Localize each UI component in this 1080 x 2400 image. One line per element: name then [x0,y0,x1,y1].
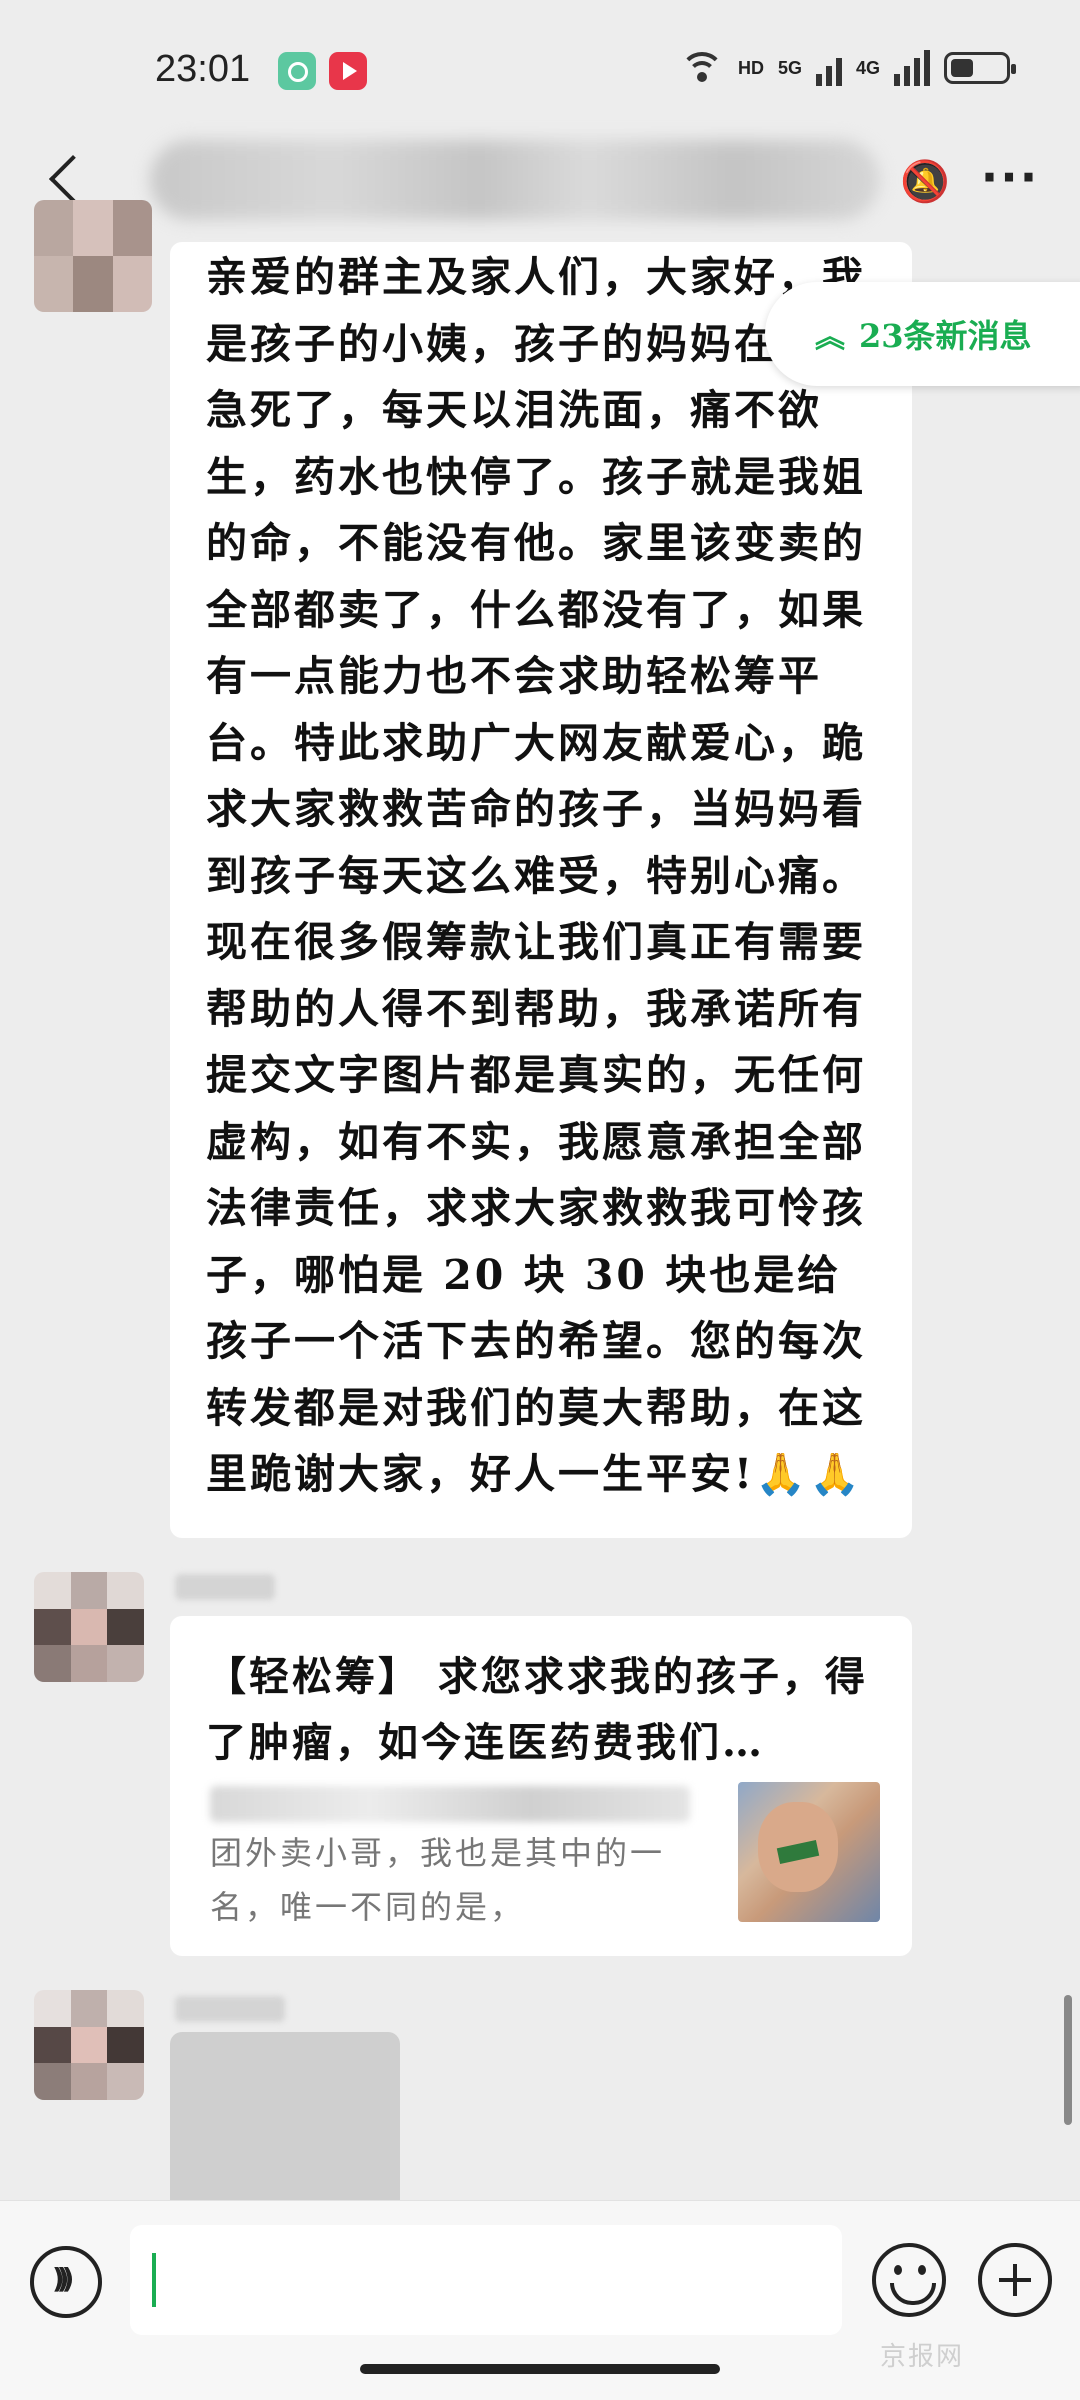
sender-name-blurred [175,1996,285,2022]
chat-title-blurred [150,140,880,220]
hd-label: HD [737,57,764,78]
emoji-icon[interactable] [872,2243,946,2317]
signal-icon-5g [815,50,842,86]
sender-name-blurred [175,1574,275,1600]
watermark: 京报网 [880,2342,965,2372]
signal-icon-4g [894,50,930,86]
scrollbar[interactable] [1064,1995,1072,2125]
message-bubble-link[interactable]: 【轻松筹】 求您求求我的孩子，得了肿瘤，如今连医药费我们… 团外卖小哥，我也是其… [170,1616,912,1956]
status-indicators: HD 5G 4G [679,50,1016,86]
status-bar: 23:01 HD 5G 4G [0,0,1080,140]
video-app-icon [278,52,316,90]
new-messages-label: 23条新消息 [859,317,1032,355]
status-time: 23:01 [155,48,251,90]
plus-icon[interactable] [978,2243,1052,2317]
mute-icon: 🔕 [900,159,950,205]
voice-icon[interactable] [30,2246,102,2318]
wifi-icon [679,52,724,84]
message-text: 亲爱的群主及家人们，大家好，我是孩子的小姨，孩子的妈妈在医院急死了，每天以泪洗面… [206,253,866,1498]
link-description-blurred [210,1786,690,1822]
4g-label: 4G [855,57,880,78]
home-indicator[interactable] [360,2364,720,2374]
chat-header: 🔕 ··· [0,130,1080,240]
message-bubble-text[interactable]: 亲爱的群主及家人们，大家好，我是孩子的小姨，孩子的妈妈在医院急死了，每天以泪洗面… [170,242,912,1538]
double-chevron-up-icon: ︽ [815,320,845,355]
avatar[interactable] [34,1990,144,2100]
avatar[interactable] [34,1572,144,1682]
5g-label: 5G [777,57,802,78]
text-cursor [152,2253,156,2307]
new-messages-button[interactable]: ︽ 23条新消息 [765,282,1080,386]
message-input[interactable] [130,2225,842,2335]
avatar[interactable] [34,200,152,312]
battery-icon [944,52,1016,84]
link-description: 团外卖小哥，我也是其中的一名，唯一不同的是， [210,1834,666,1926]
play-app-icon [329,52,367,90]
link-title: 【轻松筹】 求您求求我的孩子，得了肿瘤，如今连医药费我们… [206,1653,868,1766]
link-thumbnail [738,1782,880,1922]
more-icon[interactable]: ··· [975,152,1045,212]
